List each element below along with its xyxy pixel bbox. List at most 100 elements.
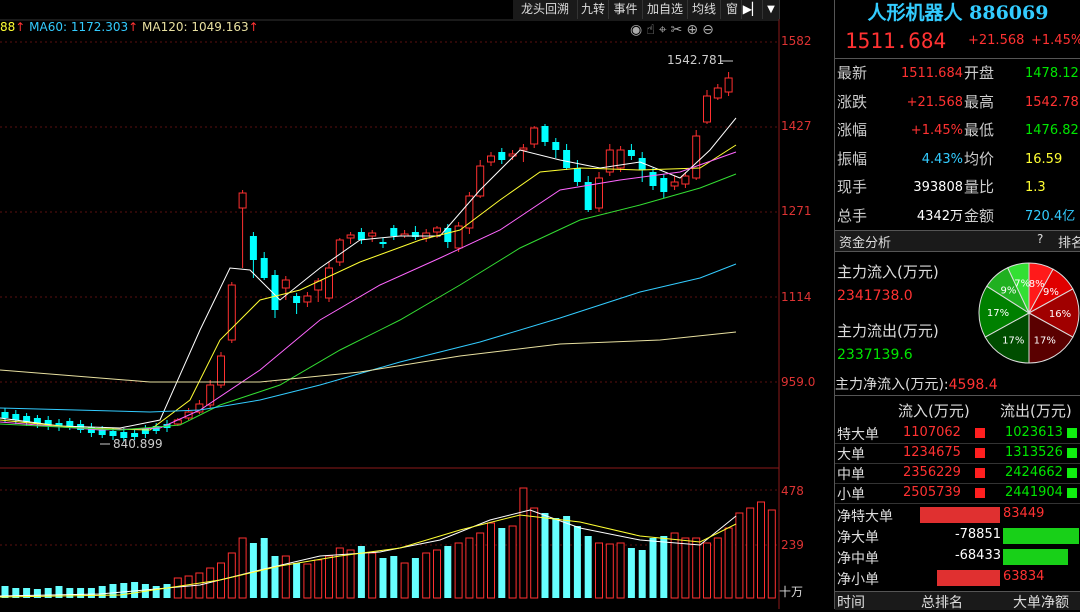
ma-line [0,263,737,413]
volume-bar [227,552,236,599]
candle-body [325,267,333,299]
tab-fund-analysis[interactable]: 资金分析 [839,232,891,251]
flow-out: 1313526 [1005,445,1063,460]
volume-bar [508,525,517,599]
toolbar-nine-turn[interactable]: 九转 [578,0,609,19]
hand-icon[interactable]: ☝ [646,22,659,38]
quote-value: 4342万 [916,208,963,224]
candle-body [498,152,506,160]
candle-body [660,178,668,192]
pie-label: 17% [1002,336,1024,347]
ma-line [0,144,737,431]
candle-body [530,127,539,145]
candle-body [670,181,679,187]
ma-short-value: 88 [0,20,16,34]
quote-label: 涨跌 [837,92,868,111]
help-icon[interactable]: ? [1037,232,1043,246]
quote-label: 量比 [964,178,995,196]
volume-bar [563,516,571,598]
quote-label: 开盘 [964,64,995,82]
flow-in: 2505739 [903,485,961,500]
volume-tick-1: 478 [781,484,804,498]
cursor-icon[interactable]: ⌖ [659,22,671,38]
quote-label: 振幅 [837,149,868,168]
ma120-value: MA120: 1049.163 [142,20,249,34]
candle-body [260,258,268,278]
pie-label: 7% [1014,279,1030,290]
kline-chart[interactable] [0,0,833,609]
net-row: 净小单 63834 [835,567,1080,588]
tab-rank[interactable]: 排名 [1058,232,1080,251]
candle-body [227,284,236,341]
chevron-down-icon[interactable]: ▼ [763,0,780,19]
toolbar-dragon-head[interactable]: 龙头回溯 [513,0,578,19]
kline-chart-area[interactable]: 88↑ MA60: 1172.303↑ MA120: 1049.163↑ 龙头回… [0,0,833,609]
ma-legend: 88↑ MA60: 1172.303↑ MA120: 1049.163↑ [0,20,259,34]
candle-body [249,236,257,260]
candle-body [12,414,20,420]
volume-bar [163,584,171,598]
net-inflow-line: 主力净流入(万元):4598.4 [835,374,998,394]
prev-arrow-icon[interactable]: ▶▏ [742,0,763,19]
quote-value: 1542.78 [1025,94,1079,110]
net-bar [920,507,1000,523]
volume-bar [293,563,301,598]
zoom-out-icon[interactable]: ⊖ [702,22,718,38]
volume-bar [530,507,539,599]
volume-bar [390,556,398,598]
quote-label: 最新 [837,64,868,82]
main-outflow-value: 2337139.6 [837,347,913,363]
flow-name: 特大单 [837,427,879,443]
candle-body [1,412,9,418]
in-bar [975,468,985,478]
col-inflow-header: 流入(万元) [898,402,970,420]
candle-body [681,175,690,185]
candle-body [573,168,581,182]
volume-bar [444,546,452,598]
quote-value: +21.568 [906,94,963,110]
in-bar [975,488,985,498]
candle-body [595,177,603,209]
volume-bar [595,542,603,599]
volume-bar [249,543,257,598]
net-value: 63834 [1003,569,1045,584]
toolbar-event[interactable]: 事件 [609,0,643,19]
price-tick-4: 1114 [781,290,812,304]
volume-bar [638,550,646,598]
toolbar-add-favorite[interactable]: 加自选 [643,0,688,19]
volume-bar [681,537,690,599]
net-row: 净大单 -78851 [835,525,1080,546]
volume-bar [238,537,247,599]
net-inflow-value: 4598.4 [948,377,998,393]
in-bar [975,448,985,458]
quote-row: 振幅 4.43% 均价 16.59 [835,145,1080,174]
tab-large-net[interactable]: 大单净额 [1013,592,1069,612]
quote-value: 393808 [913,180,963,195]
toolbar-window[interactable]: 窗 [723,0,742,19]
volume-bar [584,536,592,598]
volume-bar [454,542,463,599]
main-outflow-label: 主力流出(万元) [837,322,939,340]
volume-bar [346,549,355,599]
toolbar-ma-line[interactable]: 均线 [688,0,721,19]
volume-bar [713,537,722,599]
chart-tools: ◉☝⌖✂⊕⊖ [630,22,718,38]
cut-icon[interactable]: ✂ [671,22,687,38]
pie-label: 17% [1034,336,1056,347]
volume-bar [173,577,182,599]
pie-label: 9% [1043,287,1059,298]
volume-bar [422,552,431,599]
tab-time[interactable]: 时间 [837,592,865,612]
zoom-in-icon[interactable]: ⊕ [686,22,702,38]
tab-total-rank[interactable]: 总排名 [921,592,963,612]
flow-in: 2356229 [903,465,961,480]
volume-bar [735,512,744,599]
volume-bar [746,507,755,599]
flow-in: 1107062 [903,425,961,440]
volume-bar [109,584,117,598]
volume-bar [66,588,74,598]
eye-icon[interactable]: ◉ [630,22,646,38]
ma-line [0,331,737,383]
candle-body [519,147,528,151]
net-name: 净小单 [837,572,879,588]
